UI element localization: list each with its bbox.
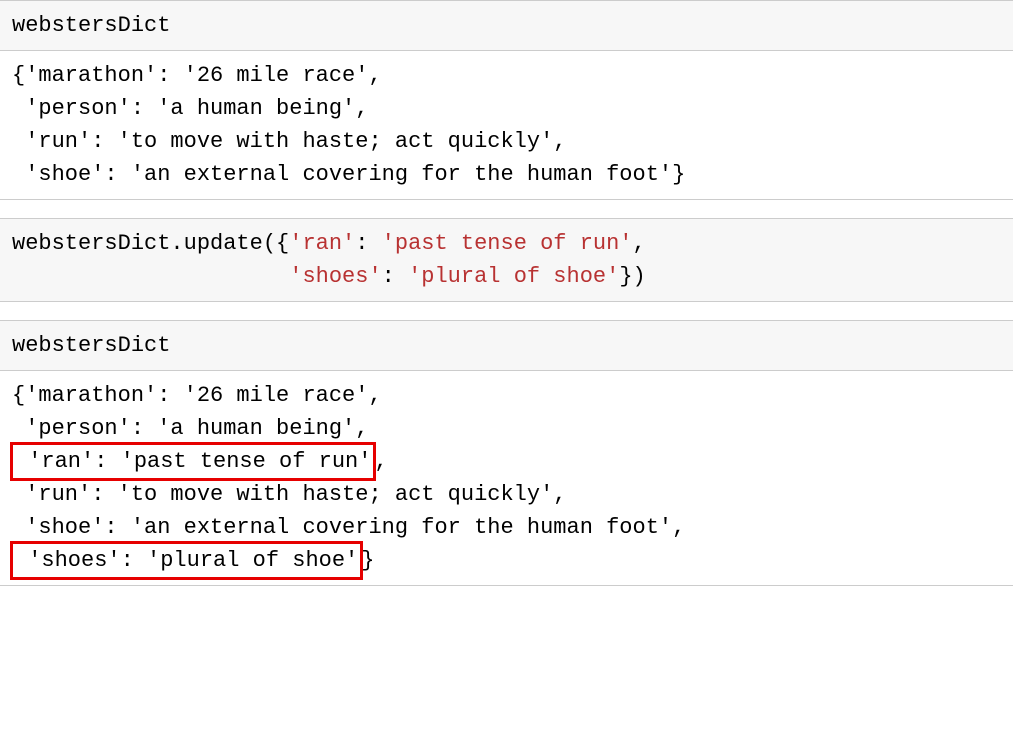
string-literal: 'ran' bbox=[289, 231, 355, 256]
output-line: 'ran': 'past tense of run' bbox=[15, 449, 371, 474]
notebook-cell-1: webstersDict {'marathon': '26 mile race'… bbox=[0, 0, 1013, 200]
highlight-new-entry-2: 'shoes': 'plural of shoe' bbox=[10, 541, 363, 580]
code-output-1: {'marathon': '26 mile race', 'person': '… bbox=[0, 50, 1013, 199]
output-line: 'person': 'a human being', bbox=[12, 96, 368, 121]
string-literal: 'shoes' bbox=[289, 264, 381, 289]
code-text: webstersDict bbox=[12, 13, 170, 38]
code-text: }) bbox=[619, 264, 645, 289]
code-text: , bbox=[633, 231, 646, 256]
output-text: , bbox=[374, 449, 387, 474]
code-text: : bbox=[355, 231, 381, 256]
code-text: webstersDict.update({ bbox=[12, 231, 289, 256]
code-indent bbox=[12, 264, 289, 289]
code-output-3: {'marathon': '26 mile race', 'person': '… bbox=[0, 370, 1013, 585]
highlight-new-entry-1: 'ran': 'past tense of run' bbox=[10, 442, 376, 481]
output-line: 'shoes': 'plural of shoe' bbox=[15, 548, 358, 573]
output-line: 'run': 'to move with haste; act quickly'… bbox=[12, 129, 567, 154]
notebook-cell-2: webstersDict.update({'ran': 'past tense … bbox=[0, 218, 1013, 302]
output-line: 'run': 'to move with haste; act quickly'… bbox=[12, 482, 567, 507]
code-text: : bbox=[382, 264, 408, 289]
string-literal: 'plural of shoe' bbox=[408, 264, 619, 289]
output-line: {'marathon': '26 mile race', bbox=[12, 63, 382, 88]
output-text: } bbox=[361, 548, 374, 573]
output-line: 'shoe': 'an external covering for the hu… bbox=[12, 162, 685, 187]
code-input-3: webstersDict bbox=[0, 321, 1013, 370]
output-line: 'shoe': 'an external covering for the hu… bbox=[12, 515, 685, 540]
cell-gap bbox=[0, 200, 1013, 218]
string-literal: 'past tense of run' bbox=[382, 231, 633, 256]
notebook-cell-3: webstersDict {'marathon': '26 mile race'… bbox=[0, 320, 1013, 586]
cell-gap bbox=[0, 302, 1013, 320]
code-text: webstersDict bbox=[12, 333, 170, 358]
code-input-2: webstersDict.update({'ran': 'past tense … bbox=[0, 219, 1013, 301]
output-line: 'person': 'a human being', bbox=[12, 416, 368, 441]
code-input-1: webstersDict bbox=[0, 1, 1013, 50]
output-line: {'marathon': '26 mile race', bbox=[12, 383, 382, 408]
